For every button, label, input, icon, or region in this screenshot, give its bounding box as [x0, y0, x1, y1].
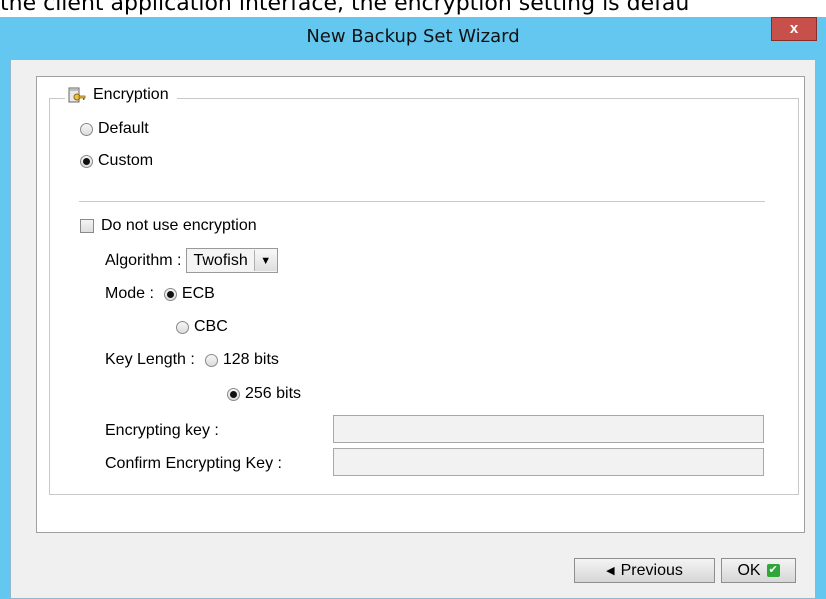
previous-label: Previous	[620, 561, 683, 579]
triangle-down-icon[interactable]: ▼	[253, 250, 277, 271]
custom-option[interactable]: Custom	[80, 152, 153, 170]
no-encryption-label: Do not use encryption	[101, 217, 257, 234]
key-length-row: Key Length : 128 bits	[105, 351, 279, 369]
encryption-panel: Encryption Default Custom Do not use enc…	[36, 76, 805, 533]
confirm-key-input[interactable]	[333, 448, 764, 476]
algorithm-row: Algorithm : Twofish ▼	[105, 248, 278, 273]
context-text: the client application interface, the en…	[0, 0, 690, 16]
mode-ecb-radio[interactable]	[163, 287, 177, 301]
window-title: New Backup Set Wizard	[306, 26, 520, 47]
encrypting-key-label-row: Encrypting key :	[105, 422, 219, 440]
key-256-label: 256 bits	[245, 385, 302, 402]
left-triangle-icon: ◀	[606, 565, 615, 577]
mode-cbc-radio[interactable]	[176, 320, 189, 334]
previous-button[interactable]: ◀ Previous	[574, 558, 715, 583]
mode-label: Mode :	[105, 285, 154, 302]
no-encryption-option[interactable]: Do not use encryption	[80, 217, 257, 235]
key-folder-icon	[68, 87, 86, 103]
encrypting-key-input[interactable]	[333, 415, 764, 443]
default-radio[interactable]	[80, 122, 93, 136]
ok-button[interactable]: OK ✔	[721, 558, 796, 583]
algorithm-select[interactable]: Twofish ▼	[186, 248, 278, 273]
key-256-option[interactable]: 256 bits	[227, 385, 301, 403]
encryption-group-label: Encryption	[93, 86, 169, 103]
wizard-body: Encryption Default Custom Do not use enc…	[10, 59, 816, 599]
algorithm-label: Algorithm :	[105, 251, 182, 269]
mode-ecb-label: ECB	[181, 285, 215, 302]
key-length-label: Key Length :	[105, 351, 195, 368]
wizard-window: New Backup Set Wizard x Encryption Defau…	[0, 17, 826, 599]
key-256-radio[interactable]	[227, 387, 240, 401]
no-encryption-checkbox[interactable]	[80, 219, 94, 233]
custom-label: Custom	[98, 152, 154, 169]
algorithm-value: Twofish	[193, 251, 248, 269]
custom-radio[interactable]	[80, 154, 93, 168]
close-icon: x	[789, 20, 799, 37]
default-option[interactable]: Default	[80, 120, 149, 138]
default-label: Default	[98, 120, 149, 137]
title-bar[interactable]: New Backup Set Wizard x	[0, 17, 826, 59]
encrypting-key-label: Encrypting key :	[105, 422, 219, 439]
key-128-radio[interactable]	[204, 353, 218, 367]
mode-row: Mode : ECB	[105, 285, 215, 303]
divider	[79, 201, 765, 202]
encryption-group-header: Encryption	[65, 85, 177, 105]
key-128-label: 128 bits	[222, 351, 279, 368]
confirm-key-label-row: Confirm Encrypting Key :	[105, 455, 282, 473]
ok-label: OK	[737, 561, 761, 579]
green-check-icon: ✔	[766, 564, 780, 577]
close-button[interactable]: x	[771, 17, 817, 41]
mode-cbc-label: CBC	[194, 318, 228, 335]
confirm-key-label: Confirm Encrypting Key :	[105, 455, 282, 472]
mode-cbc-option[interactable]: CBC	[176, 318, 228, 336]
